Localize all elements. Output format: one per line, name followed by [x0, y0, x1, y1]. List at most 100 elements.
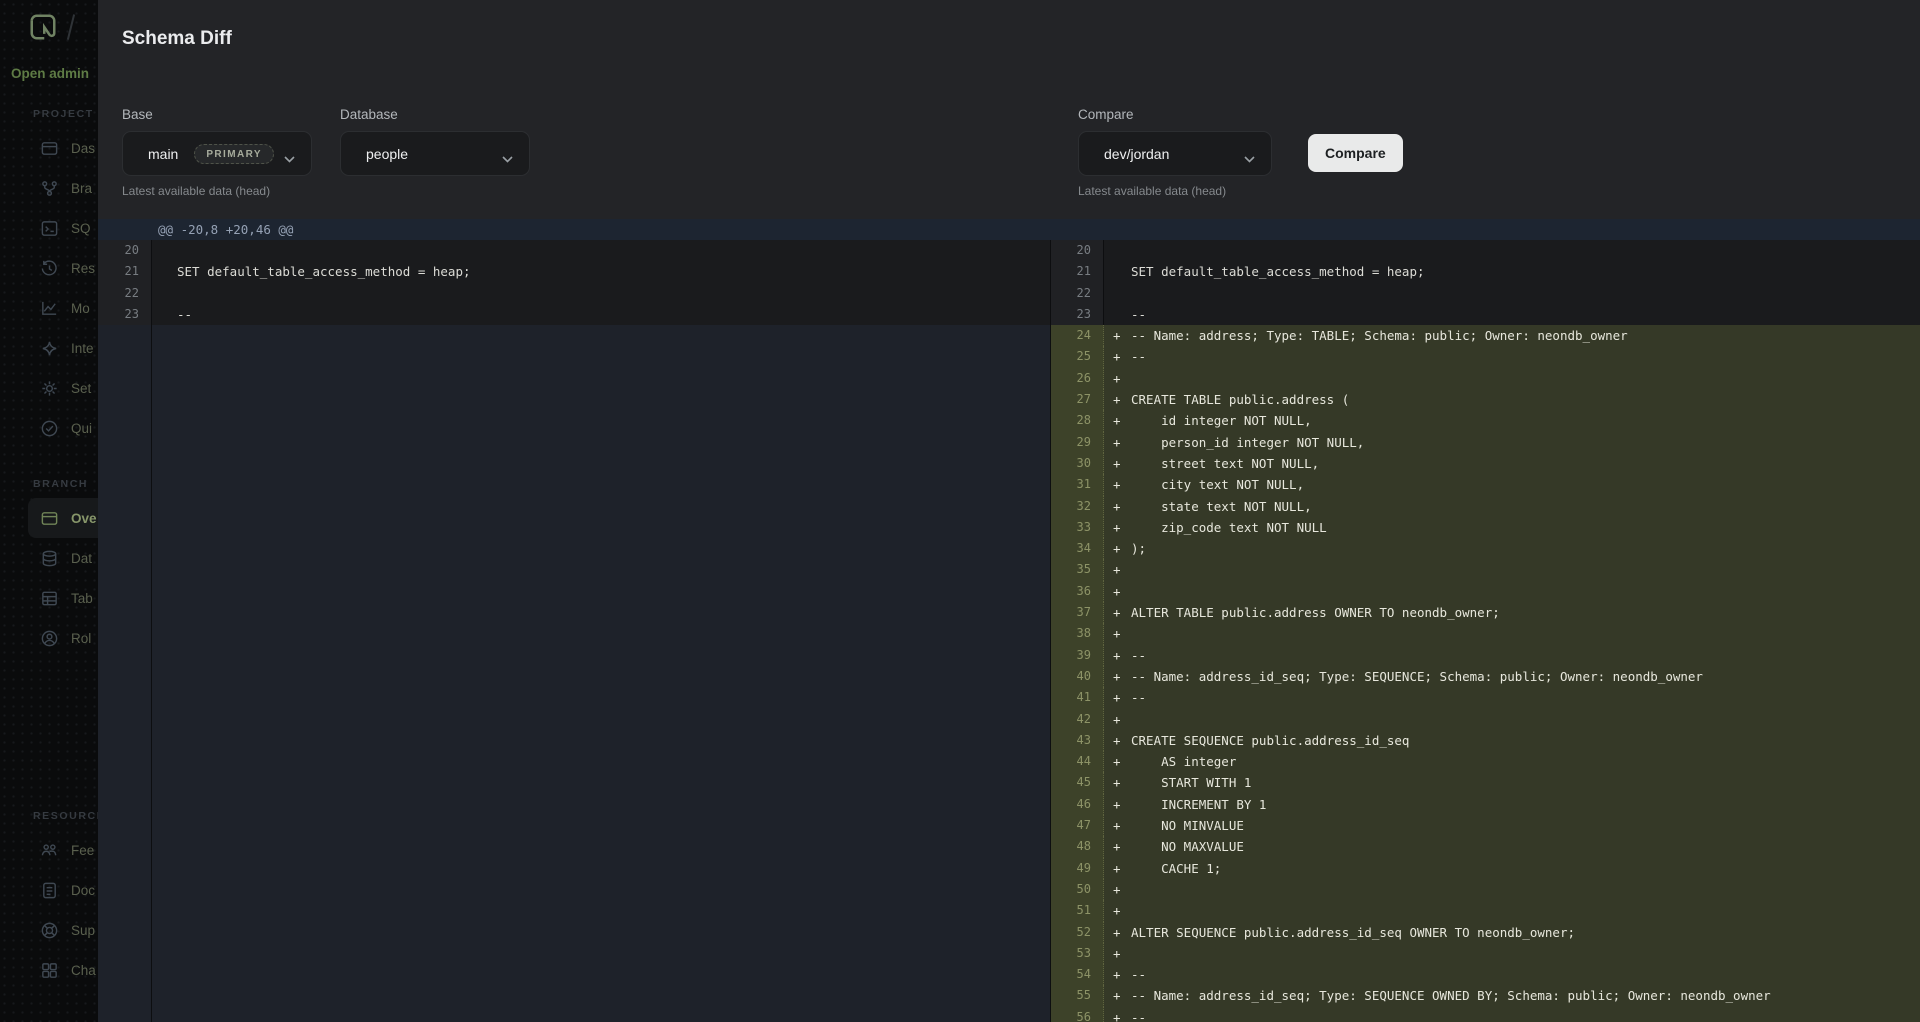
diff-add-sign: + [1104, 900, 1131, 921]
diff-line-added: 40+-- Name: address_id_seq; Type: SEQUEN… [1051, 666, 1920, 687]
database-value: people [366, 146, 408, 162]
diff-add-sign [1104, 283, 1131, 304]
line-number: 31 [1051, 474, 1104, 495]
diff-add-sign: + [1104, 453, 1131, 474]
sidebar-item-label: Bra [71, 181, 92, 196]
sidebar-item-label: Cha [71, 963, 96, 978]
line-number: 33 [1051, 517, 1104, 538]
diff-line-added: 27+CREATE TABLE public.address ( [1051, 389, 1920, 410]
diff-add-sign: + [1104, 581, 1131, 602]
sidebar-item-label: Qui [71, 421, 92, 436]
base-branch-value: main [148, 146, 178, 162]
diff-add-sign: + [1104, 922, 1131, 943]
diff-line-added: 39+-- [1051, 645, 1920, 666]
line-number: 21 [1051, 261, 1104, 282]
diff-add-sign: + [1104, 602, 1131, 623]
compare-label: Compare [1078, 107, 1134, 122]
diff-line: 23-- [98, 304, 1050, 325]
diff-line: 23-- [1051, 304, 1920, 325]
diff-line-added: 36+ [1051, 581, 1920, 602]
line-content: -- Name: address; Type: TABLE; Schema: p… [1131, 325, 1628, 346]
line-content: START WITH 1 [1131, 772, 1251, 793]
diff-add-sign [1104, 261, 1131, 282]
diff-add-sign: + [1104, 794, 1131, 815]
diff-add-sign: + [1104, 538, 1131, 559]
line-number: 20 [1051, 240, 1104, 261]
line-number: 30 [1051, 453, 1104, 474]
page-title: Schema Diff [122, 28, 232, 50]
diff-add-sign: + [1104, 772, 1131, 793]
line-number: 56 [1051, 1007, 1104, 1022]
diff-pane-compare[interactable]: 2021SET default_table_access_method = he… [1050, 240, 1920, 1022]
line-content: NO MAXVALUE [1131, 836, 1244, 857]
diff-line-added: 54+-- [1051, 964, 1920, 985]
diff-add-sign: + [1104, 709, 1131, 730]
integrations-icon [40, 339, 59, 358]
primary-badge: PRIMARY [194, 144, 274, 164]
line-number: 47 [1051, 815, 1104, 836]
diff-line-added: 52+ALTER SEQUENCE public.address_id_seq … [1051, 922, 1920, 943]
diff-add-sign: + [1104, 879, 1131, 900]
line-content: CACHE 1; [1131, 858, 1221, 879]
neon-logo-icon[interactable] [28, 12, 58, 42]
line-content: person_id integer NOT NULL, [1131, 432, 1364, 453]
chevron-down-icon [502, 150, 513, 157]
diff-line-added: 56+-- [1051, 1007, 1920, 1022]
diff-add-sign: + [1104, 836, 1131, 857]
diff-add-sign: + [1104, 687, 1131, 708]
diff-add-sign: + [1104, 751, 1131, 772]
line-number: 29 [1051, 432, 1104, 453]
diff-line-added: 33+ zip_code text NOT NULL [1051, 517, 1920, 538]
chevron-down-icon [284, 150, 295, 157]
restore-icon [40, 259, 59, 278]
line-content: id integer NOT NULL, [1131, 410, 1312, 431]
sidebar-item-label: Rol [71, 631, 91, 646]
line-content: -- [1131, 687, 1146, 708]
compare-button[interactable]: Compare [1308, 134, 1403, 172]
line-number: 50 [1051, 879, 1104, 900]
sidebar-item-label: Doc [71, 883, 95, 898]
line-content: ALTER SEQUENCE public.address_id_seq OWN… [1131, 922, 1575, 943]
compare-caption: Latest available data (head) [1078, 184, 1226, 198]
diff-add-sign [1104, 240, 1131, 261]
diff-add-sign: + [1104, 623, 1131, 644]
line-number: 28 [1051, 410, 1104, 431]
feedback-icon [40, 841, 59, 860]
sidebar-item-label: Das [71, 141, 95, 156]
line-number: 53 [1051, 943, 1104, 964]
line-content: zip_code text NOT NULL [1131, 517, 1327, 538]
filler-gutter [98, 325, 152, 1022]
line-number: 45 [1051, 772, 1104, 793]
line-content: AS integer [1131, 751, 1236, 772]
line-content [152, 283, 177, 304]
base-branch-select[interactable]: main PRIMARY [122, 131, 312, 176]
line-number: 54 [1051, 964, 1104, 985]
open-admin-link[interactable]: Open admin [11, 66, 89, 81]
diff-line: 22 [98, 283, 1050, 304]
diff-line-added: 29+ person_id integer NOT NULL, [1051, 432, 1920, 453]
diff-add-sign: + [1104, 730, 1131, 751]
line-number: 23 [1051, 304, 1104, 325]
diff-line-added: 42+ [1051, 709, 1920, 730]
sidebar-item-label: Tab [71, 591, 93, 606]
diff-pane-base[interactable]: 2021SET default_table_access_method = he… [98, 240, 1050, 1022]
diff-line-added: 44+ AS integer [1051, 751, 1920, 772]
diff-body: 2021SET default_table_access_method = he… [98, 240, 1920, 1022]
sidebar-item-label: Mo [71, 301, 90, 316]
line-number: 40 [1051, 666, 1104, 687]
compare-branch-select[interactable]: dev/jordan [1078, 131, 1272, 176]
line-number: 32 [1051, 496, 1104, 517]
branches-icon [40, 179, 59, 198]
diff-add-sign: + [1104, 559, 1131, 580]
diff-line-added: 24+-- Name: address; Type: TABLE; Schema… [1051, 325, 1920, 346]
line-number: 34 [1051, 538, 1104, 559]
diff-line: 21SET default_table_access_method = heap… [98, 261, 1050, 282]
sidebar-item-label: Set [71, 381, 91, 396]
diff-line-added: 30+ street text NOT NULL, [1051, 453, 1920, 474]
diff-line-added: 50+ [1051, 879, 1920, 900]
database-select[interactable]: people [340, 131, 530, 176]
line-number: 22 [1051, 283, 1104, 304]
line-content: NO MINVALUE [1131, 815, 1244, 836]
line-content: street text NOT NULL, [1131, 453, 1319, 474]
sidebar-item-label: Dat [71, 551, 92, 566]
